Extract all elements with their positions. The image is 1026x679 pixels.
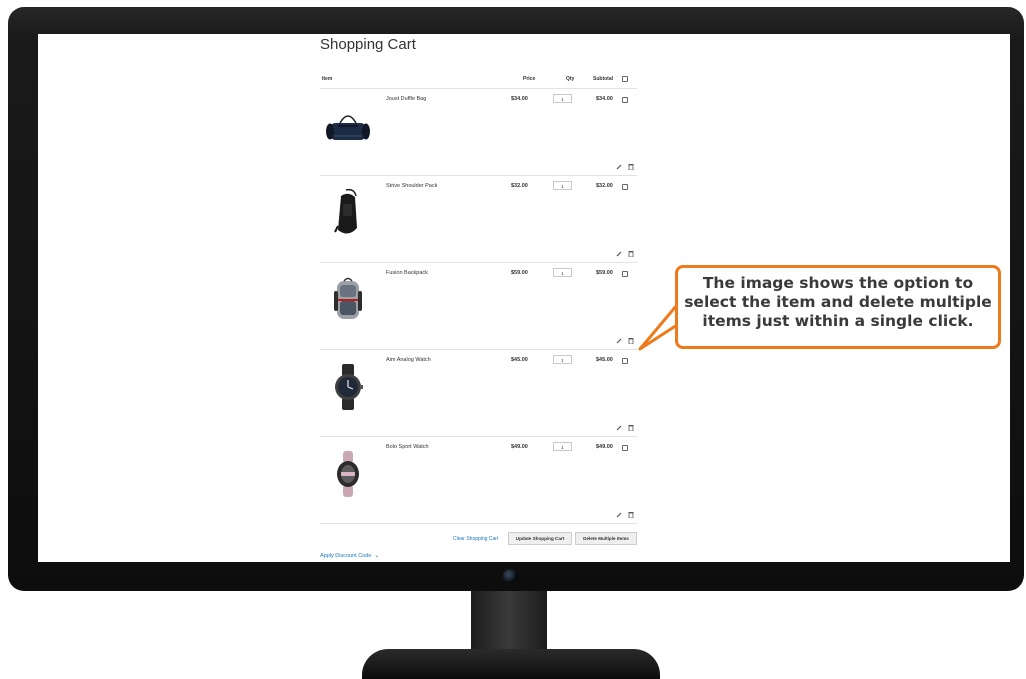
qty-input[interactable]: 1 [553,355,572,364]
product-price: $34.00 [511,96,528,102]
trash-icon[interactable] [628,424,634,431]
webcam-icon [503,569,517,583]
pencil-icon[interactable] [616,164,622,170]
pencil-icon[interactable] [616,251,622,257]
qty-input[interactable]: 1 [553,268,572,277]
backpack-icon [334,277,362,319]
cart-table: Item Price Qty Subtotal Joust Duffle Bag… [320,72,637,524]
column-header-item: Item [322,76,333,82]
product-subtotal: $34.00 [596,96,613,102]
product-price: $59.00 [511,270,528,276]
select-item-checkbox[interactable] [622,358,628,364]
qty-input[interactable]: 1 [553,181,572,190]
cart-table-header: Item Price Qty Subtotal [320,72,637,89]
pencil-icon[interactable] [616,338,622,344]
qty-input[interactable]: 1 [553,94,572,103]
trash-icon[interactable] [628,511,634,518]
product-name[interactable]: Aim Analog Watch [386,357,431,363]
select-item-checkbox[interactable] [622,97,628,103]
monitor-stand-base [362,649,660,679]
product-price: $49.00 [511,444,528,450]
pencil-icon[interactable] [616,512,622,518]
cart-item-row: Strive Shoulder Pack $32.00 1 $32.00 [320,176,637,263]
monitor-bezel-shine [8,7,1024,37]
product-name[interactable]: Joust Duffle Bag [386,96,426,102]
duffle-bag-icon [326,115,370,140]
apply-discount-toggle[interactable]: Apply Discount Code ⌄ [320,552,379,559]
product-price: $32.00 [511,183,528,189]
analog-watch-icon [335,364,363,410]
update-cart-button[interactable]: Update Shopping Cart [508,532,572,545]
column-header-subtotal: Subtotal [593,76,613,82]
select-all-checkbox[interactable] [622,76,628,82]
product-subtotal: $59.00 [596,270,613,276]
callout-text: The image shows the option to select the… [684,274,992,330]
product-name[interactable]: Bolo Sport Watch [386,444,429,450]
annotation-callout: The image shows the option to select the… [675,265,1001,349]
monitor-stand-neck [471,591,547,649]
select-item-checkbox[interactable] [622,271,628,277]
product-subtotal: $32.00 [596,183,613,189]
apply-discount-label: Apply Discount Code [320,553,372,559]
select-item-checkbox[interactable] [622,445,628,451]
pencil-icon[interactable] [616,425,622,431]
sling-pack-icon [334,188,357,234]
trash-icon[interactable] [628,250,634,257]
product-subtotal: $49.00 [596,444,613,450]
clear-cart-link[interactable]: Clear Shopping Cart [453,536,498,542]
qty-input[interactable]: 1 [553,442,572,451]
product-price: $45.00 [511,357,528,363]
select-item-checkbox[interactable] [622,184,628,190]
sport-watch-icon [337,451,359,497]
product-name[interactable]: Fusion Backpack [386,270,428,276]
trash-icon[interactable] [628,337,634,344]
cart-actions: Clear Shopping Cart Update Shopping Cart… [320,532,637,546]
product-subtotal: $45.00 [596,357,613,363]
page-title: Shopping Cart [320,36,416,53]
cart-item-row: Fusion Backpack $59.00 1 $59.00 [320,263,637,350]
delete-multiple-button[interactable]: Delete Multiple Items [575,532,637,545]
column-header-price: Price [523,76,536,82]
chevron-down-icon: ⌄ [374,553,380,559]
product-name[interactable]: Strive Shoulder Pack [386,183,437,189]
cart-item-row: Bolo Sport Watch $49.00 1 $49.00 [320,437,637,524]
cart-item-row: Joust Duffle Bag $34.00 1 $34.00 [320,89,637,176]
cart-item-row: Aim Analog Watch $45.00 1 $45.00 [320,350,637,437]
column-header-qty: Qty [566,76,575,82]
trash-icon[interactable] [628,163,634,170]
